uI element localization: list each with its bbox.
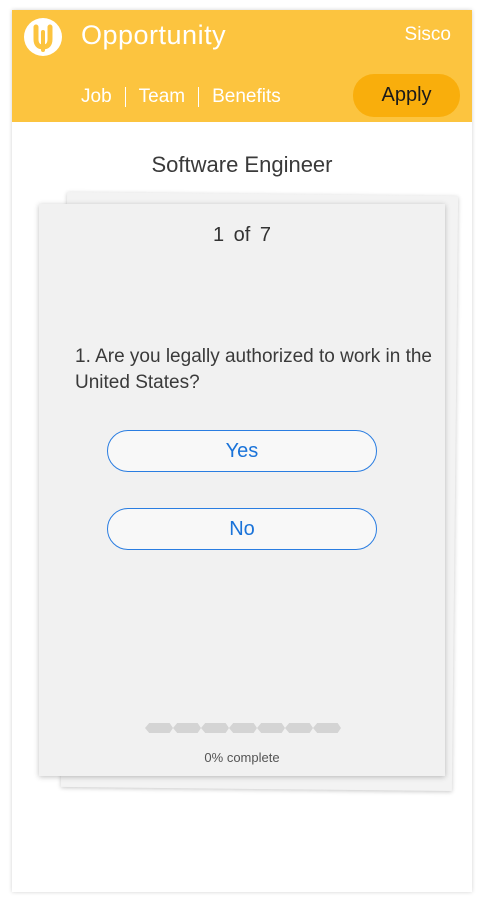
job-title: Software Engineer xyxy=(151,152,333,177)
progress-segment xyxy=(145,723,173,733)
progress-segment xyxy=(173,723,201,733)
progress-segment xyxy=(229,723,257,733)
nav-tabs: Job Team Benefits xyxy=(81,86,281,108)
question-card: 1 of 7 1. Are you legally authorized to … xyxy=(39,204,445,776)
progress-segment xyxy=(257,723,285,733)
company-name[interactable]: Sisco xyxy=(405,24,451,46)
progress-bar xyxy=(145,723,341,733)
tab-team[interactable]: Team xyxy=(139,86,185,108)
tab-benefits[interactable]: Benefits xyxy=(212,86,281,108)
apply-button[interactable]: Apply xyxy=(353,74,460,117)
header-bar: Opportunity Sisco Job Team Benefits Appl… xyxy=(12,10,472,122)
question-counter: 1 of 7 xyxy=(212,224,272,246)
answer-yes-button[interactable]: Yes xyxy=(107,430,377,472)
tab-job[interactable]: Job xyxy=(81,86,112,108)
app-screen: Opportunity Sisco Job Team Benefits Appl… xyxy=(12,10,472,892)
tab-divider xyxy=(124,87,126,107)
question-text: 1. Are you legally authorized to work in… xyxy=(75,346,432,393)
tab-divider xyxy=(198,87,200,107)
progress-segment xyxy=(285,723,313,733)
app-title: Opportunity xyxy=(81,20,227,50)
progress-label: 0% complete xyxy=(204,750,280,765)
progress-segment xyxy=(201,723,229,733)
progress-segment xyxy=(313,723,341,733)
u-logo-icon xyxy=(24,18,62,56)
answer-no-button[interactable]: No xyxy=(107,508,377,550)
